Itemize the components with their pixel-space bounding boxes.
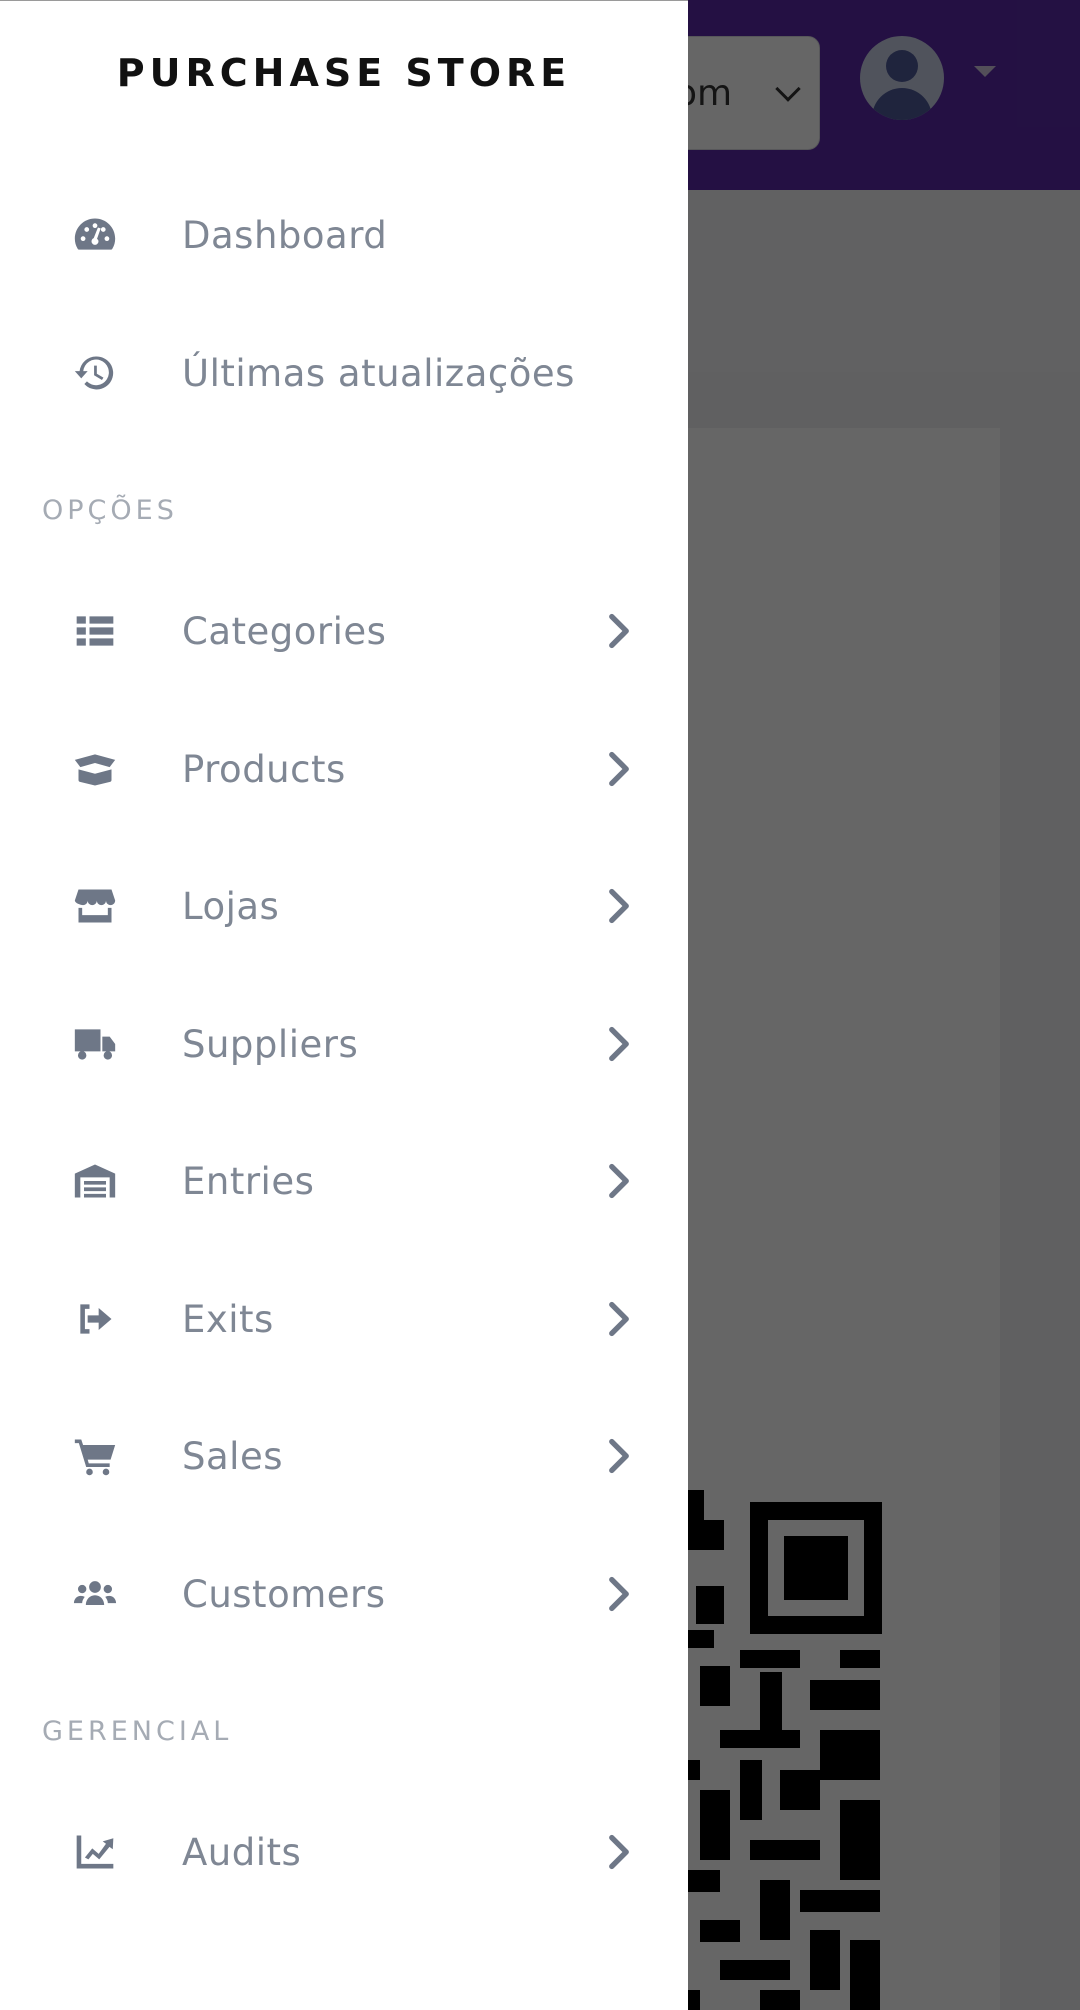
nav-item-entries[interactable]: Entries [0, 1126, 688, 1236]
nav-label-exits: Exits [182, 1297, 274, 1341]
nav-label-sales: Sales [182, 1434, 283, 1478]
chevron-right-icon [606, 1574, 632, 1614]
nav-label-products: Products [182, 747, 346, 791]
chevron-right-icon [606, 611, 632, 651]
chevron-right-icon [606, 1161, 632, 1201]
truck-icon [72, 1021, 118, 1067]
chevron-right-icon [606, 1436, 632, 1476]
nav-label-lojas: Lojas [182, 884, 280, 928]
chevron-right-icon [606, 1024, 632, 1064]
nav-label-audits: Audits [182, 1830, 302, 1874]
nav-item-customers[interactable]: Customers [0, 1539, 688, 1649]
nav-item-suppliers[interactable]: Suppliers [0, 989, 688, 1099]
section-title-gerencial: GERENCIAL [42, 1716, 233, 1747]
chevron-right-icon [606, 886, 632, 926]
section-title-opcoes: OPÇÕES [42, 495, 178, 526]
chevron-right-icon [606, 1832, 632, 1872]
nav-item-dashboard[interactable]: Dashboard [0, 180, 688, 290]
navigation-drawer: PURCHASE STORE Dashboard Últimas atualiz… [0, 0, 688, 2010]
nav-label-customers: Customers [182, 1572, 386, 1616]
nav-label-dashboard: Dashboard [182, 213, 388, 257]
nav-label-entries: Entries [182, 1159, 315, 1203]
sign-out-icon [72, 1296, 118, 1342]
users-icon [72, 1571, 118, 1617]
brand-title[interactable]: PURCHASE STORE [0, 51, 688, 95]
warehouse-icon [72, 1158, 118, 1204]
cart-icon [72, 1433, 118, 1479]
nav-item-audits[interactable]: Audits [0, 1797, 688, 1907]
nav-label-suppliers: Suppliers [182, 1022, 359, 1066]
chart-line-icon [72, 1829, 118, 1875]
dashboard-icon [72, 212, 118, 258]
nav-item-sales[interactable]: Sales [0, 1401, 688, 1511]
nav-item-categories[interactable]: Categories [0, 576, 688, 686]
chevron-right-icon [606, 1299, 632, 1339]
list-icon [72, 608, 118, 654]
history-icon [72, 350, 118, 396]
nav-label-categories: Categories [182, 609, 387, 653]
nav-item-ultimas-atualizacoes[interactable]: Últimas atualizações [0, 318, 688, 428]
chevron-right-icon [606, 749, 632, 789]
nav-label-ultimas-atualizacoes: Últimas atualizações [182, 351, 575, 395]
store-icon [72, 883, 118, 929]
nav-item-lojas[interactable]: Lojas [0, 851, 688, 961]
nav-item-exits[interactable]: Exits [0, 1264, 688, 1374]
open-box-icon [72, 746, 118, 792]
nav-item-products[interactable]: Products [0, 714, 688, 824]
